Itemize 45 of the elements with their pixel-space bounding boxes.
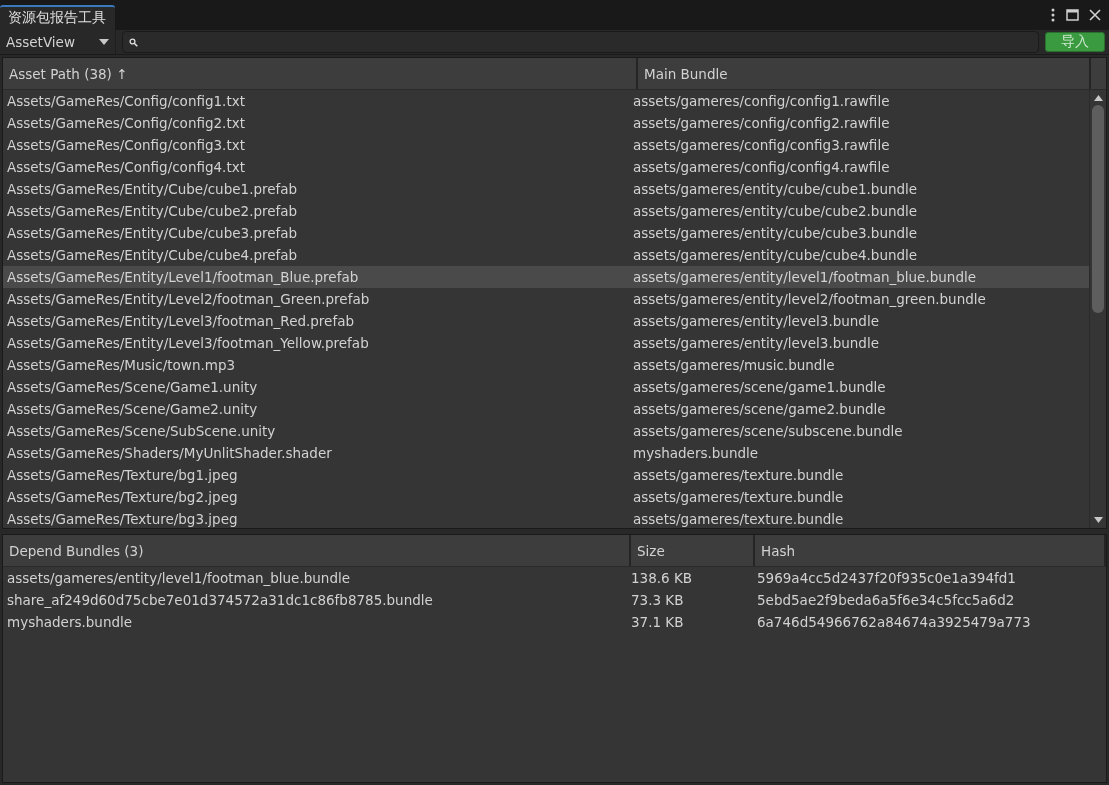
table-row[interactable]: Assets/GameRes/Config/config3.txt assets/gameres/config/config3.rawfile: [3, 134, 1089, 156]
table-row[interactable]: Assets/GameRes/Music/town.mp3 assets/gameres/music.bundle: [3, 354, 1089, 376]
table-row[interactable]: Assets/GameRes/Config/config2.txt assets/gameres/config/config2.rawfile: [3, 112, 1089, 134]
table-row[interactable]: Assets/GameRes/Entity/Level3/footman_Red.prefab assets/gameres/entity/level3.bundle: [3, 310, 1089, 332]
table-row[interactable]: Assets/GameRes/Texture/bg2.jpeg assets/gameres/texture.bundle: [3, 486, 1089, 508]
table-cell-text: share_af249d60d75cbe7e01d374572a31dc1c86fb8785.bundle: [6, 592, 434, 608]
table-row[interactable]: Assets/GameRes/Texture/bg3.jpeg assets/gameres/texture.bundle: [3, 508, 1089, 528]
table-row[interactable]: Assets/GameRes/Config/config1.txt assets/gameres/config/config1.rawfile: [3, 90, 1089, 112]
table-cell-text: 37.1 KB: [631, 614, 685, 630]
table-row[interactable]: Assets/GameRes/Entity/Cube/cube4.prefab assets/gameres/entity/cube/cube4.bundle: [3, 244, 1089, 266]
table-cell-text: 5969a4cc5d2437f20f935c0e1a394fd1: [756, 570, 1017, 586]
table-row[interactable]: Assets/GameRes/Entity/Level1/footman_Blue.prefab assets/gameres/entity/level1/footman_blue.bundle: [3, 266, 1089, 288]
close-icon[interactable]: [1089, 9, 1101, 21]
table-row[interactable]: Assets/GameRes/Shaders/MyUnlitShader.shader myshaders.bundle: [3, 442, 1089, 464]
table-row[interactable]: Assets/GameRes/Config/config4.txt assets/gameres/config/config4.rawfile: [3, 156, 1089, 178]
search-icon: [129, 37, 138, 47]
scroll-down-icon[interactable]: [1093, 517, 1103, 523]
table-row[interactable]: Assets/GameRes/Scene/Game1.unity assets/gameres/scene/game1.bundle: [3, 376, 1089, 398]
table-row[interactable]: Assets/GameRes/Entity/Cube/cube3.prefab assets/gameres/entity/cube/cube3.bundle: [3, 222, 1089, 244]
table-cell-text: myshaders.bundle: [6, 614, 134, 630]
column-header[interactable]: Main Bundle: [638, 58, 1091, 89]
search-field[interactable]: [122, 31, 1039, 53]
table-cell-text: 6a746d54966762a84674a3925479a773: [756, 614, 1032, 630]
table-cell-text: 73.3 KB: [631, 592, 685, 608]
column-header[interactable]: Size: [631, 535, 755, 566]
window-tab[interactable]: 资源包报告工具: [0, 5, 115, 30]
table-row[interactable]: Assets/GameRes/Entity/Level3/footman_Yellow.prefab assets/gameres/entity/level3.bundle: [3, 332, 1089, 354]
table-row[interactable]: Assets/GameRes/Scene/Game2.unity assets/gameres/scene/game2.bundle: [3, 398, 1089, 420]
more-options-icon[interactable]: [1050, 8, 1056, 22]
table-cell-text: assets/gameres/entity/level1/footman_blue.bundle: [6, 570, 351, 586]
column-header[interactable]: Asset Path (38) ↑: [3, 58, 638, 89]
column-header[interactable]: Depend Bundles (3): [3, 535, 631, 566]
scroll-up-icon[interactable]: [1093, 95, 1103, 101]
table-cell-text: 138.6 KB: [631, 570, 694, 586]
view-dropdown[interactable]: AssetView: [0, 30, 116, 54]
table-row[interactable]: Assets/GameRes/Entity/Cube/cube2.prefab assets/gameres/entity/cube/cube2.bundle: [3, 200, 1089, 222]
table-row[interactable]: Assets/GameRes/Texture/bg1.jpeg assets/gameres/texture.bundle: [3, 464, 1089, 486]
scrollbar-thumb[interactable]: [1092, 105, 1104, 313]
table-row[interactable]: Assets/GameRes/Entity/Cube/cube1.prefab assets/gameres/entity/cube/cube1.bundle: [3, 178, 1089, 200]
table-cell-text: 5ebd5ae2f9beda6a5f6e34c5fcc5a6d2: [756, 592, 1016, 608]
table-row[interactable]: Assets/GameRes/Entity/Level2/footman_Green.prefab assets/gameres/entity/level2/footman_green.bundle: [3, 288, 1089, 310]
caret-icon: [99, 39, 109, 45]
table-row[interactable]: Assets/GameRes/Scene/SubScene.unity assets/gameres/scene/subscene.bundle: [3, 420, 1089, 442]
column-header[interactable]: Hash: [755, 535, 1106, 566]
maximize-icon[interactable]: [1066, 9, 1079, 21]
